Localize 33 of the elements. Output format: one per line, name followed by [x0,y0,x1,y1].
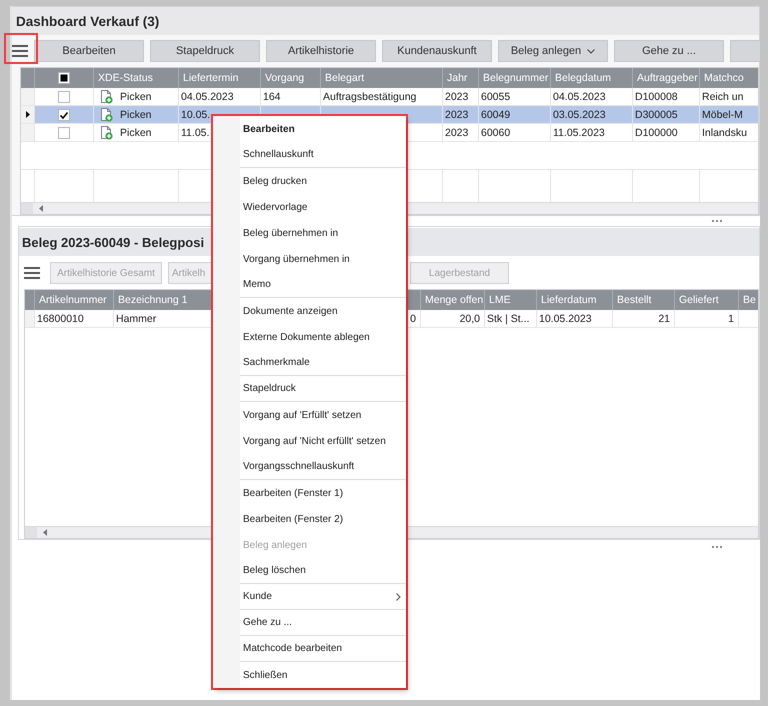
table-cell: 60055 [481,90,510,102]
table-cell: D100000 [635,126,678,138]
table-cell: 04.05.2023 [181,90,234,102]
table-cell: 1 [728,312,734,324]
table-cell: 0 [410,312,416,324]
table-cell: 11.05. [181,126,210,138]
table-cell: Stk | St... [487,312,530,324]
table-cell: 2023 [445,126,468,138]
table-cell: Möbel-M [702,108,743,120]
status-label: Picken [120,90,152,102]
table-cell: Reich un [702,90,744,102]
table-cell: 10.05. [181,108,210,120]
table-cell: D100008 [635,90,678,102]
table-cell: 16800010 [37,312,84,324]
window-title: Dashboard Verkauf (3) [16,14,160,28]
table-cell: 60049 [481,108,510,120]
table-cell: 03.05.2023 [553,108,606,120]
panel-title: Beleg 2023-60049 - Belegposi [22,234,204,250]
table-cell: D300005 [635,108,678,120]
table-cell: 10.05.2023 [539,312,592,324]
table-cell: 2023 [445,90,468,102]
table-cell: 164 [263,90,281,102]
table-cell: Hammer [116,312,156,324]
table-cell: 60060 [481,126,510,138]
status-label: Picken [120,108,152,120]
table-cell: Inlandsku [702,126,747,138]
table-cell: 11.05.2023 [553,126,605,138]
table-cell: 21 [658,312,670,324]
status-label: Picken [120,126,152,138]
table-cell: 04.05.2023 [553,90,606,102]
table-cell: 2023 [445,108,468,120]
table-cell: 20,0 [460,312,480,324]
table-cell: Auftragsbestätigung [323,90,416,102]
